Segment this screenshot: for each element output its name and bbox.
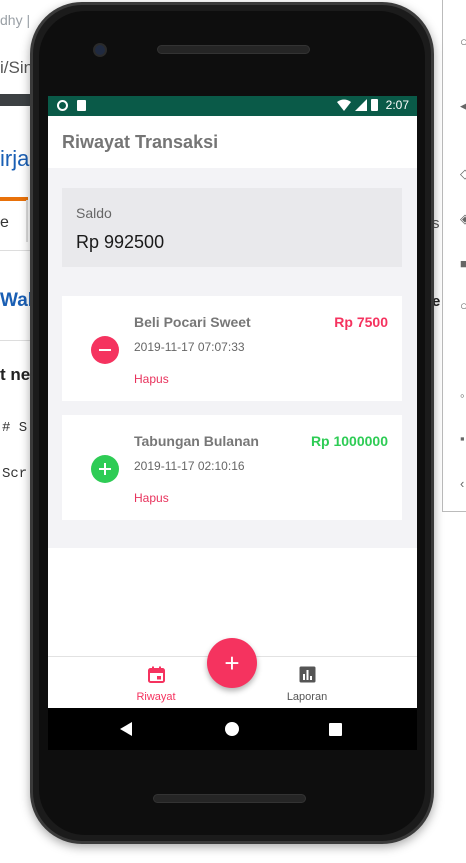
background-link-fragment: Wal — [0, 290, 34, 311]
transaction-list-area[interactable]: Saldo Rp 992500 Beli Pocari Sweet 2019-1… — [48, 168, 417, 548]
notification-icon — [57, 100, 68, 111]
status-left-icons — [57, 100, 86, 111]
system-navigation-bar — [48, 708, 417, 750]
wifi-icon — [336, 99, 351, 111]
more-icon: ‹ — [460, 476, 465, 491]
transaction-item[interactable]: Tabungan Bulanan 2019-11-17 02:10:16 Hap… — [62, 415, 402, 520]
background-code-fragment: Scr — [2, 466, 28, 482]
camera-icon: ■ — [460, 256, 466, 271]
background-tab-indicator — [0, 197, 28, 201]
status-time: 2:07 — [385, 98, 409, 112]
front-camera — [93, 43, 107, 57]
sd-card-icon — [77, 100, 86, 111]
page-title: Riwayat Transaksi — [62, 132, 219, 152]
zoom-icon: ○ — [460, 298, 466, 313]
status-bar: 2:07 — [48, 96, 417, 116]
calendar-icon — [147, 666, 165, 683]
background-url-fragment: i/Sin — [0, 58, 34, 77]
home-icon[interactable] — [225, 722, 239, 736]
volume-icon: ◂ — [460, 98, 466, 113]
battery-icon — [370, 99, 378, 111]
bar-chart-icon — [299, 666, 315, 683]
desktop-screenshot: dhy | i/Sin irja e Wal t ne # S Scr ○ ◂ … — [0, 0, 466, 863]
background-emulator-toolbar: ○ ◂ ◇ ◈ ■ ○ ◦ ▪ ‹ — [442, 0, 466, 512]
square-icon: ▪ — [460, 431, 465, 446]
app-bar: Riwayat Transaksi — [48, 116, 417, 168]
speaker-grille-bottom — [153, 794, 306, 803]
background-tab-fragment: e — [0, 214, 9, 231]
nav-item-riwayat[interactable]: Riwayat — [106, 657, 206, 708]
back-icon[interactable] — [120, 722, 132, 736]
background-heading-fragment: t ne — [0, 365, 31, 384]
nav-item-laporan[interactable]: Laporan — [257, 657, 357, 708]
nav-label: Laporan — [286, 691, 328, 703]
power-icon: ○ — [460, 34, 466, 49]
transaction-title: Beli Pocari Sweet — [134, 314, 251, 330]
recent-apps-icon[interactable] — [329, 723, 342, 736]
rotate-icon: ◇ — [460, 166, 466, 181]
transaction-item[interactable]: Beli Pocari Sweet 2019-11-17 07:07:33 Ha… — [62, 296, 402, 401]
speaker-grille-top — [157, 45, 310, 54]
delete-transaction-button[interactable]: Hapus — [134, 372, 169, 386]
delete-transaction-button[interactable]: Hapus — [134, 491, 169, 505]
rotate-icon: ◈ — [460, 211, 466, 226]
transaction-title: Tabungan Bulanan — [134, 433, 259, 449]
minus-icon — [91, 336, 119, 364]
background-divider — [0, 340, 30, 341]
background-code-fragment: # S — [2, 420, 28, 436]
transaction-amount: Rp 1000000 — [310, 433, 388, 449]
balance-card: Saldo Rp 992500 — [62, 188, 402, 267]
back-icon: ◦ — [460, 388, 465, 403]
balance-value: Rp 992500 — [76, 232, 165, 252]
background-url-fragment: dhy | — [0, 12, 31, 28]
transaction-date: 2019-11-17 02:10:16 — [134, 459, 245, 473]
background-divider — [0, 250, 30, 251]
transaction-amount: Rp 7500 — [334, 314, 388, 330]
status-right-icons: 2:07 — [336, 98, 409, 112]
background-link-fragment: irja — [0, 146, 30, 171]
nav-label: Riwayat — [136, 691, 176, 703]
phone-screen: 2:07 Riwayat Transaksi Saldo Rp 992500 B… — [48, 96, 417, 708]
signal-icon — [354, 99, 367, 111]
add-transaction-button[interactable]: + — [207, 638, 257, 688]
background-divider — [26, 200, 28, 242]
transaction-date: 2019-11-17 07:07:33 — [134, 340, 245, 354]
balance-label: Saldo — [76, 205, 112, 221]
plus-icon — [91, 455, 119, 483]
